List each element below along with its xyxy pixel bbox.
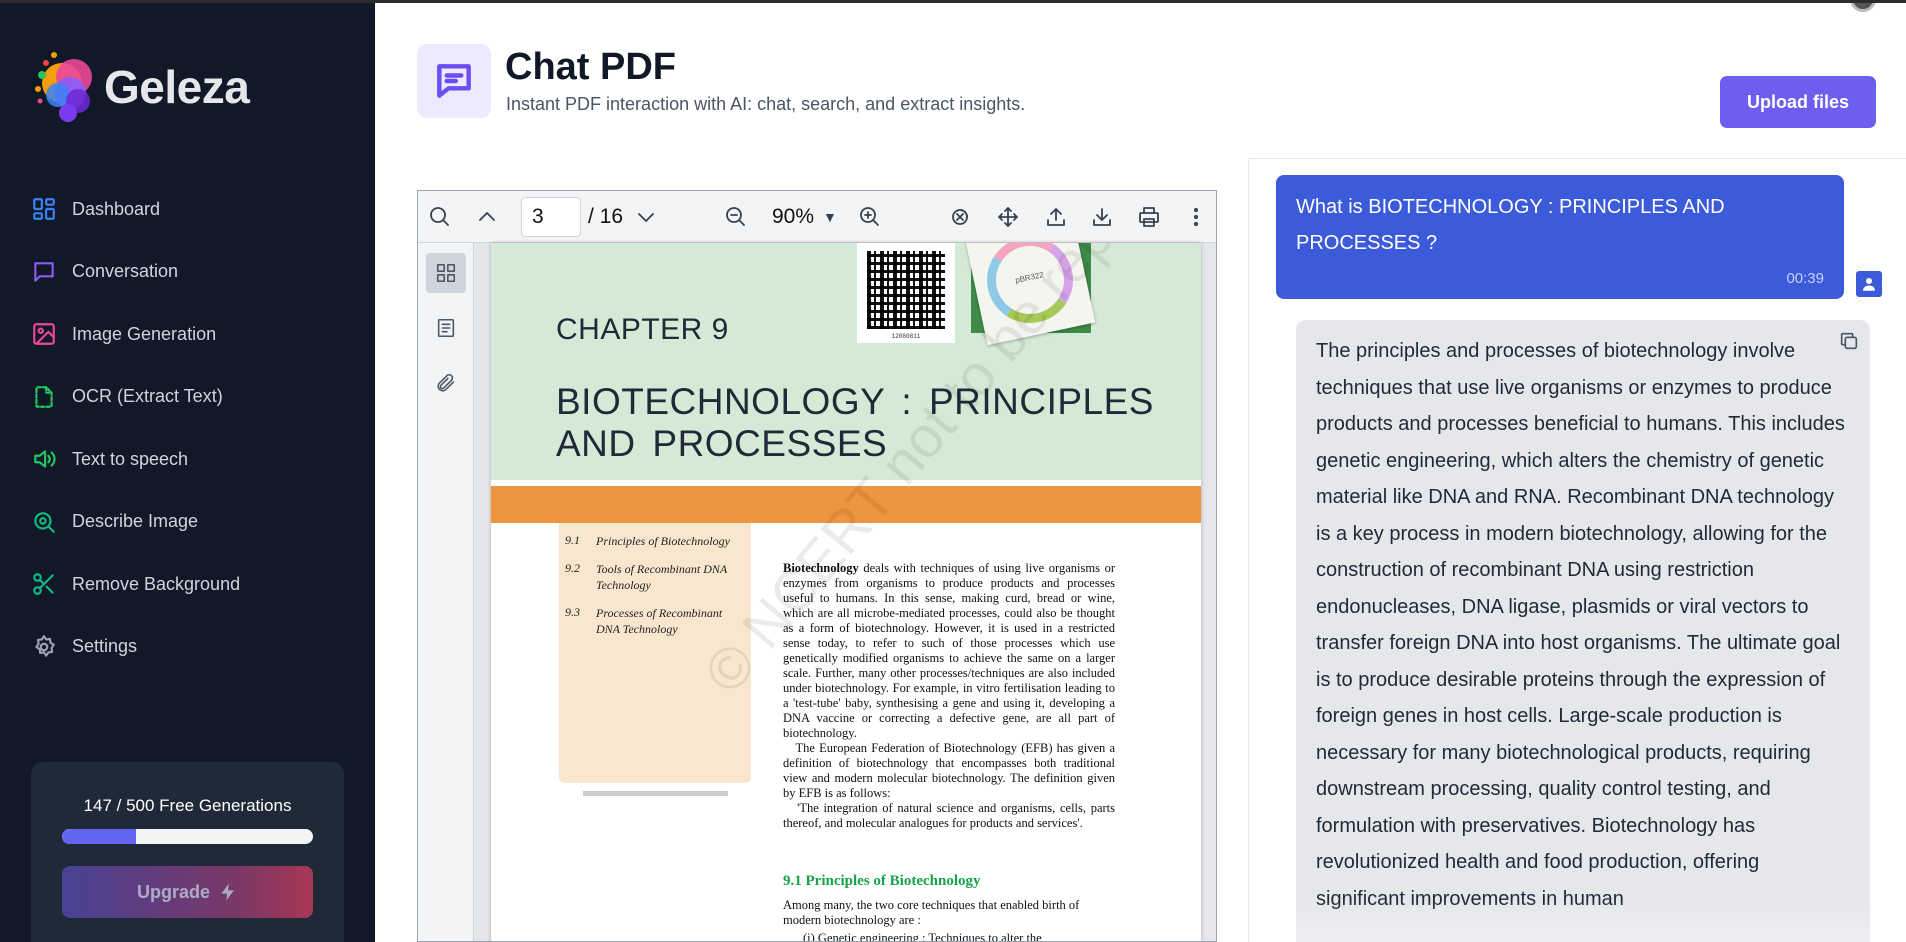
user-avatar bbox=[1856, 271, 1882, 297]
sidebar-item-settings[interactable]: Settings bbox=[30, 616, 350, 679]
pdf-sidebar bbox=[418, 243, 474, 941]
sidebar-item-label: Conversation bbox=[72, 261, 179, 282]
sidebar-item-dashboard[interactable]: Dashboard bbox=[30, 178, 350, 241]
generations-count: 147 / 500 Free Generations bbox=[83, 796, 292, 815]
pdf-toolbar: / 16 90% ▼ bbox=[418, 191, 1216, 243]
section-body: Among many, the two core techniques that… bbox=[783, 898, 1080, 927]
sidebar-nav: Dashboard Conversation Image Generation … bbox=[30, 178, 350, 678]
upload-files-button[interactable]: Upload files bbox=[1720, 76, 1876, 128]
sidebar-item-conversation[interactable]: Conversation bbox=[30, 241, 350, 304]
lightning-icon bbox=[221, 883, 234, 901]
scissors-icon bbox=[30, 570, 58, 598]
upload-icon[interactable] bbox=[1042, 203, 1070, 231]
assistant-message: The principles and processes of biotechn… bbox=[1296, 320, 1870, 942]
zoom-out-icon[interactable] bbox=[722, 203, 750, 231]
thumbnails-icon[interactable] bbox=[426, 253, 466, 293]
outline-icon[interactable] bbox=[426, 308, 466, 348]
search-image-icon bbox=[30, 508, 58, 536]
page-subtitle: Instant PDF interaction with AI: chat, s… bbox=[506, 94, 1026, 114]
attachment-icon[interactable] bbox=[426, 363, 466, 403]
user-message: What is BIOTECHNOLOGY : PRINCIPLES AND P… bbox=[1276, 175, 1844, 299]
search-icon[interactable] bbox=[426, 203, 454, 231]
zoom-level[interactable]: 90% bbox=[772, 205, 814, 229]
toc-number: 9.2 bbox=[565, 561, 580, 575]
speaker-icon bbox=[30, 445, 58, 473]
sidebar-item-label: Describe Image bbox=[72, 511, 199, 532]
generations-progress-fill bbox=[62, 829, 136, 844]
sidebar-item-text-to-speech[interactable]: Text to speech bbox=[30, 428, 350, 491]
document-scan-icon bbox=[30, 383, 58, 411]
zoom-in-icon[interactable] bbox=[856, 203, 884, 231]
page-body-text: Biotechnology deals with techniques of u… bbox=[783, 561, 1115, 831]
assistant-message-text: The principles and processes of biotechn… bbox=[1316, 340, 1845, 910]
sidebar-item-remove-background[interactable]: Remove Background bbox=[30, 553, 350, 616]
sidebar-item-label: Image Generation bbox=[72, 323, 217, 344]
sidebar-item-label: Dashboard bbox=[72, 198, 161, 219]
brand-logo[interactable]: Geleza bbox=[32, 45, 250, 129]
sidebar: Geleza Dashboard Conversation Image Gene… bbox=[0, 0, 375, 942]
chat-panel-border bbox=[1248, 158, 1249, 942]
sidebar-item-label: Remove Background bbox=[72, 573, 241, 594]
qr-code: 12080811 bbox=[857, 243, 955, 343]
brain-logo-icon bbox=[35, 52, 92, 122]
page-number-input[interactable] bbox=[521, 197, 581, 237]
divider bbox=[583, 791, 728, 796]
brand-name: Geleza bbox=[104, 61, 250, 113]
sidebar-item-describe-image[interactable]: Describe Image bbox=[30, 491, 350, 554]
upgrade-button[interactable]: Upgrade bbox=[62, 866, 313, 918]
section-list-item: (i) Genetic engineering : Techniques to … bbox=[803, 931, 1042, 942]
chat-scroll-fade bbox=[1296, 900, 1870, 942]
sidebar-item-image-generation[interactable]: Image Generation bbox=[30, 303, 350, 366]
user-icon bbox=[1863, 278, 1875, 291]
page-title: Chat PDF bbox=[505, 46, 676, 88]
message-timestamp: 00:39 bbox=[1786, 270, 1824, 287]
sidebar-item-label: OCR (Extract Text) bbox=[72, 386, 223, 407]
toc-text: Principles of Biotechnology bbox=[596, 534, 730, 548]
qr-code-pattern bbox=[867, 251, 945, 329]
chapter-title: BIOTECHNOLOGY : PRINCIPLES AND PROCESSES bbox=[556, 381, 1154, 464]
grid-icon bbox=[30, 195, 58, 223]
pdf-viewer: / 16 90% ▼ bbox=[417, 190, 1217, 942]
print-icon[interactable] bbox=[1135, 203, 1163, 231]
page-total: / 16 bbox=[588, 205, 624, 228]
body-paragraph-2: The European Federation of Biotechnology… bbox=[783, 741, 1116, 800]
generations-progress-bar bbox=[62, 829, 313, 844]
copy-icon[interactable] bbox=[1838, 330, 1862, 354]
chat-icon bbox=[30, 258, 58, 286]
chevron-down-icon[interactable] bbox=[632, 203, 660, 231]
zoom-dropdown-icon[interactable]: ▼ bbox=[823, 209, 837, 225]
pdf-page: 12080811 pBR322 CHAPTER 9 BIOTECHNOLOGY … bbox=[491, 243, 1201, 942]
chat-panel-top-border bbox=[1248, 158, 1906, 159]
chevron-up-icon[interactable] bbox=[473, 203, 501, 231]
chat-pdf-icon bbox=[417, 44, 491, 118]
qr-code-number: 12080811 bbox=[891, 333, 921, 340]
sidebar-item-label: Settings bbox=[72, 636, 138, 657]
toc-number: 9.3 bbox=[565, 605, 580, 619]
toc-text: Tools of Recombinant DNA Technology bbox=[596, 562, 728, 592]
window-top-border bbox=[0, 0, 1906, 3]
toc-number: 9.1 bbox=[565, 533, 580, 547]
chapter-number: CHAPTER 9 bbox=[556, 313, 729, 346]
user-message-text: What is BIOTECHNOLOGY : PRINCIPLES AND P… bbox=[1296, 196, 1725, 254]
download-icon[interactable] bbox=[1088, 203, 1116, 231]
body-quote: 'The integration of natural science and … bbox=[783, 801, 1115, 830]
rotate-icon[interactable] bbox=[946, 203, 974, 231]
more-options-icon[interactable] bbox=[1182, 203, 1210, 231]
list-item: 9.2 Tools of Recombinant DNA Technology bbox=[565, 561, 751, 593]
list-item: 9.1 Principles of Biotechnology bbox=[565, 533, 751, 549]
gear-icon bbox=[30, 633, 58, 661]
image-icon bbox=[30, 320, 58, 348]
sidebar-item-ocr[interactable]: OCR (Extract Text) bbox=[30, 366, 350, 429]
upgrade-label: Upgrade bbox=[136, 881, 210, 902]
sidebar-item-label: Text to speech bbox=[72, 448, 189, 469]
section-heading: 9.1 Principles of Biotechnology bbox=[783, 873, 981, 889]
generations-card: 147 / 500 Free Generations Upgrade bbox=[31, 762, 344, 942]
pan-icon[interactable] bbox=[994, 203, 1022, 231]
